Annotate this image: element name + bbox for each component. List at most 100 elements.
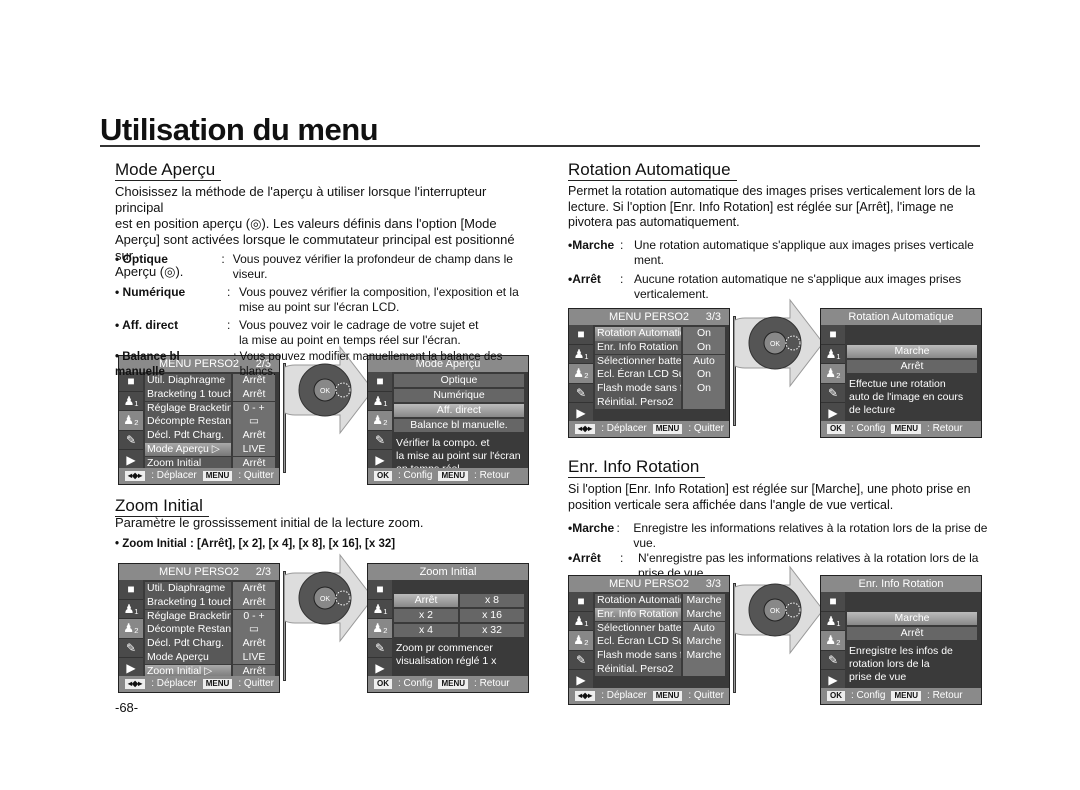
menu-tab-sidebar: ■ ♟₁ ♟₂ ✎ ▶ [569, 325, 593, 423]
menu-row: Réglage Bracketing 0 - + [145, 401, 275, 416]
menu-row-value: On [683, 382, 725, 396]
ok-key-icon: OK [827, 691, 845, 701]
menu-key-icon: MENU [891, 424, 922, 434]
custom2-tab-icon: ♟₂ [368, 619, 392, 639]
custom1-tab-icon: ♟₁ [569, 612, 593, 632]
menu-row: Ecl. Écran LCD Sup.On [595, 368, 725, 382]
menu-row-value: Arrêt [233, 429, 275, 443]
intro-line: est en position aperçu (◎). Les valeurs … [115, 216, 497, 231]
screen-title-bar: MENU PERSO2 2/3 [119, 564, 279, 580]
camera-tab-icon: ■ [821, 325, 845, 345]
screen-title: MENU PERSO2 [608, 578, 690, 590]
menu-row-value: ▭ [233, 623, 275, 637]
setup-tab-icon: ✎ [119, 639, 143, 659]
option-desc: Vous pouvez vérifier la composition, l'e… [239, 285, 519, 299]
submenu-body: Optique Numérique Aff. direct Balance bl ma… [394, 374, 526, 479]
svg-text:OK: OK [770, 608, 780, 615]
menu-row-label: Réglage Bracketing [145, 609, 231, 624]
setup-tab-icon: ✎ [569, 384, 593, 404]
menu-row-label: Flash mode sans fil [595, 382, 681, 396]
menu-row: Sélectionner batterieAuto [595, 354, 725, 369]
custom2-tab-icon: ♟₂ [569, 631, 593, 651]
screen-title: Rotation Automatique [848, 311, 954, 323]
menu-row: Mode Aperçu ▷ LIVE [145, 442, 275, 457]
camera-tab-icon: ■ [569, 592, 593, 612]
svg-text:OK: OK [770, 341, 780, 348]
menu-row: Flash mode sans fil Marche [595, 649, 725, 663]
screen-footer: ◂◆▸: Déplacer MENU: Quitter [569, 421, 729, 437]
option-desc: Enregistre les informations relatives à … [633, 521, 988, 550]
page-indicator: 2/3 [255, 566, 271, 578]
ok-dial-right-arrow-icon: OK [735, 565, 824, 655]
menu-row-label: Enr. Info Rotation [595, 340, 681, 355]
option-item: x 16 [460, 609, 524, 622]
menu-key-icon: MENU [891, 691, 922, 701]
option-desc: N'enregistre pas les informations relati… [638, 551, 979, 565]
menu-row-value: Marche [683, 594, 725, 608]
move-hint: : Déplacer [151, 678, 197, 689]
ok-dial-right-arrow-icon: OK [285, 553, 374, 643]
move-hint: : Déplacer [601, 423, 647, 434]
menu-row: Sélectionner batterieAuto [595, 621, 725, 636]
menu-row-label: Rotation Automatique ▷ [595, 327, 681, 341]
description-line: auto de l'image en cours [849, 391, 964, 403]
option-desc: Une rotation automatique s'applique aux … [634, 238, 974, 252]
custom1-tab-icon: ♟₁ [821, 612, 845, 632]
option-term: • Balance bl manuelle [115, 351, 180, 378]
quit-hint: : Quitter [238, 470, 274, 481]
quit-hint: : Quitter [688, 423, 724, 434]
menu-row: Ecl. Écran LCD Sup.Marche [595, 635, 725, 649]
menu-row-value: ▭ [233, 415, 275, 429]
menu-row-label: Réglage Bracketing [145, 401, 231, 416]
option-term: • Optique [115, 252, 168, 266]
menu-row-label: Ecl. Écran LCD Sup. [595, 368, 681, 382]
menu-row-value: LIVE [233, 650, 275, 665]
screen-title-bar: Enr. Info Rotation [821, 576, 981, 592]
description-line: la mise au point sur l'écran [396, 450, 521, 462]
option-item: x 8 [460, 594, 524, 607]
setup-tab-icon: ✎ [368, 431, 392, 451]
menu-row: Enr. Info Rotation ▷ Marche [595, 607, 725, 622]
screen-title: MENU PERSO2 [158, 566, 240, 578]
menu-row-label: Util. Diaphragme [145, 582, 231, 596]
menu-row: Rotation AutomatiqueMarche [595, 594, 725, 608]
description-line: de lecture [849, 404, 896, 416]
menu-rows: Rotation Automatique ▷OnEnr. Info Rotati… [595, 327, 725, 410]
custom1-tab-icon: ♟₁ [119, 600, 143, 620]
submenu-screen-s6: Rotation Automatique ■ ♟₁ ♟₂ ✎ ▶ Marche Arrêt Ef… [820, 308, 982, 438]
menu-screen-s3: MENU PERSO2 2/3 ■ ♟₁ ♟₂ ✎ ▶ Util. Diaphragme Arr… [118, 563, 280, 693]
menu-row: Décl. Pdt Charg. Arrêt [145, 429, 275, 443]
ok-key-icon: OK [827, 424, 845, 434]
menu-key-icon: MENU [652, 691, 683, 701]
config-hint: : Config [398, 470, 433, 481]
screen-title: Enr. Info Rotation [858, 578, 944, 590]
description-line: rotation lors de la [849, 658, 930, 670]
submenu-screen-s8: Enr. Info Rotation ■ ♟₁ ♟₂ ✎ ▶ Marche Arrêt Enre… [820, 575, 982, 705]
option-item: Arrêt [847, 627, 977, 640]
ok-key-icon: OK [374, 679, 392, 689]
setup-tab-icon: ✎ [119, 431, 143, 451]
option-term: • Numérique [115, 285, 186, 299]
menu-row-value: Arrêt [233, 637, 275, 651]
option-item: Arrêt [394, 594, 458, 607]
zoom-initial-options: • Zoom Initial : [Arrêt], [x 2], [x 4], … [115, 538, 396, 550]
intro-line: Permet la rotation automatique des image… [568, 184, 976, 198]
ok-key-icon: OK [374, 471, 392, 481]
menu-tab-sidebar: ■ ♟₁ ♟₂ ✎ ▶ [368, 372, 392, 470]
custom2-tab-icon: ♟₂ [569, 364, 593, 384]
option-item: Balance bl manuelle. [394, 419, 524, 432]
description-line: Enregistre les infos de [849, 645, 953, 657]
option-desc: ment. [634, 253, 665, 267]
mode-apercu-options: • Optique: Vous pouvez vérifier la profon… [115, 252, 535, 380]
custom1-tab-icon: ♟₁ [368, 600, 392, 620]
menu-tab-sidebar: ■ ♟₁ ♟₂ ✎ ▶ [821, 592, 845, 690]
page-indicator: 3/3 [705, 578, 721, 590]
menu-screen-s7: MENU PERSO2 3/3 ■♟₁♟₂✎▶Rotation Automatiqu… [568, 575, 730, 705]
menu-row-value: On [683, 327, 725, 341]
screen-footer: OK: Config MENU: Retour [821, 421, 981, 437]
menu-row: Flash mode sans fil On [595, 382, 725, 396]
menu-key-icon: MENU [202, 679, 233, 689]
quit-hint: : Quitter [688, 690, 724, 701]
submenu-screen-s4: Zoom Initial ■ ♟₁ ♟₂ ✎ ▶ Arrêt x 8x 2x 16 x 4x 3… [367, 563, 529, 693]
option-item: Marche [847, 612, 977, 625]
